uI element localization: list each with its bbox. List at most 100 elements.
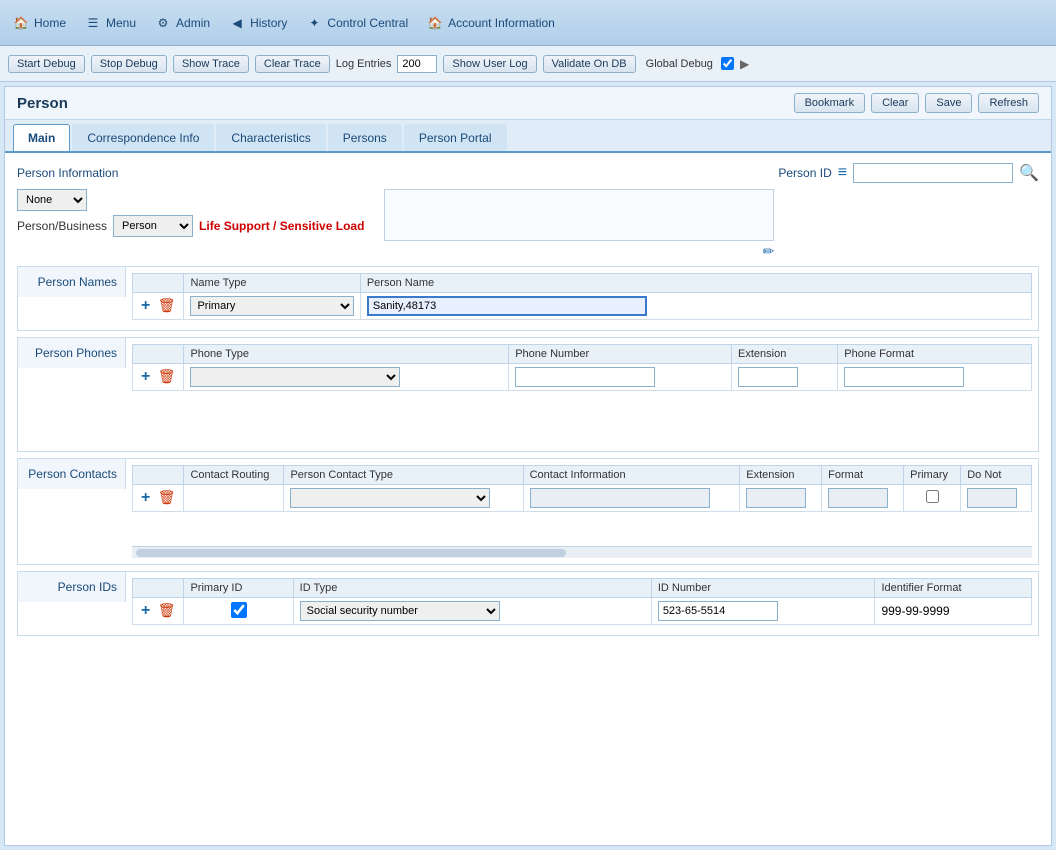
person-id-list-icon[interactable]: ≡: [838, 164, 847, 182]
person-contacts-label: Person Contacts: [18, 459, 126, 489]
debug-arrow: ▶: [740, 57, 749, 71]
person-names-person-name-input[interactable]: [367, 296, 647, 316]
main-content: Person Bookmark Clear Save Refresh Main …: [4, 86, 1052, 846]
header-actions: Bookmark Clear Save Refresh: [794, 93, 1039, 113]
nav-account-info-label: Account Information: [448, 16, 555, 30]
person-names-delete-button[interactable]: 🗑: [156, 297, 178, 314]
contacts-type-cell: [284, 485, 523, 512]
person-comment-area[interactable]: [384, 189, 774, 241]
contacts-do-not-input[interactable]: [967, 488, 1017, 508]
contacts-action-cell: + 🗑: [133, 485, 184, 512]
account-info-icon: 🏠: [426, 14, 444, 32]
contacts-routing-cell: [184, 485, 284, 512]
person-id-search-button[interactable]: 🔍: [1019, 163, 1039, 183]
start-debug-button[interactable]: Start Debug: [8, 55, 85, 73]
phones-extension-header: Extension: [732, 345, 838, 364]
page-wrapper: 🏠 Home ☰ Menu ⚙ Admin ◀ History ✦ Contro…: [0, 0, 1056, 846]
global-debug-checkbox[interactable]: [721, 57, 734, 70]
ids-add-button[interactable]: +: [139, 602, 152, 620]
ids-format-value: 999-99-9999: [881, 604, 949, 618]
contacts-delete-button[interactable]: 🗑: [156, 489, 178, 506]
person-names-actions-header: [133, 274, 184, 293]
person-names-section: Person Names Name Type Person Name: [17, 266, 1039, 331]
phones-type-select[interactable]: [190, 367, 400, 387]
person-id-label: Person ID: [778, 166, 831, 180]
contacts-primary-checkbox[interactable]: [926, 490, 939, 503]
nav-history[interactable]: ◀ History: [228, 14, 287, 32]
ids-action-cell: + 🗑: [133, 598, 184, 625]
person-names-table: Name Type Person Name + 🗑: [132, 273, 1032, 320]
phones-extension-input[interactable]: [738, 367, 798, 387]
show-user-log-button[interactable]: Show User Log: [443, 55, 536, 73]
person-phones-label: Person Phones: [18, 338, 126, 368]
tab-characteristics[interactable]: Characteristics: [216, 124, 325, 151]
contacts-type-select[interactable]: [290, 488, 490, 508]
contacts-empty-space: [132, 516, 1032, 546]
contacts-scrollbar-thumb: [136, 549, 566, 557]
edit-pencil-icon[interactable]: ✏: [763, 243, 775, 260]
tab-correspondence-info[interactable]: Correspondence Info: [72, 124, 214, 151]
contacts-add-button[interactable]: +: [139, 489, 152, 507]
nav-menu[interactable]: ☰ Menu: [84, 14, 136, 32]
ids-primary-header: Primary ID: [184, 579, 293, 598]
table-row: + 🗑: [133, 485, 1032, 512]
tab-main[interactable]: Main: [13, 124, 70, 151]
save-button[interactable]: Save: [925, 93, 972, 113]
person-names-name-type-select[interactable]: Primary: [190, 296, 353, 316]
phones-type-header: Phone Type: [184, 345, 509, 364]
none-select[interactable]: None: [17, 189, 87, 211]
contacts-info-cell: [523, 485, 740, 512]
tab-persons[interactable]: Persons: [328, 124, 402, 151]
contacts-primary-header: Primary: [904, 466, 961, 485]
stop-debug-button[interactable]: Stop Debug: [91, 55, 167, 73]
nav-admin-label: Admin: [176, 16, 210, 30]
debug-toolbar: Start Debug Stop Debug Show Trace Clear …: [0, 46, 1056, 82]
clear-button[interactable]: Clear: [871, 93, 919, 113]
page-header: Person Bookmark Clear Save Refresh: [5, 87, 1051, 120]
ids-type-header: ID Type: [293, 579, 651, 598]
log-entries-label: Log Entries: [336, 58, 392, 70]
person-contacts-scroll[interactable]: Contact Routing Person Contact Type Cont…: [132, 465, 1032, 516]
ids-number-cell: [651, 598, 875, 625]
person-phones-table: Phone Type Phone Number Extension Phone …: [132, 344, 1032, 391]
nav-history-label: History: [250, 16, 287, 30]
validate-on-db-button[interactable]: Validate On DB: [543, 55, 636, 73]
home-icon: 🏠: [12, 14, 30, 32]
nav-account-information[interactable]: 🏠 Account Information: [426, 14, 555, 32]
nav-home[interactable]: 🏠 Home: [12, 14, 66, 32]
person-business-select[interactable]: Person: [113, 215, 193, 237]
person-contacts-section: Person Contacts Contact Routing Person C…: [17, 458, 1039, 565]
bookmark-button[interactable]: Bookmark: [794, 93, 866, 113]
contacts-scrollbar[interactable]: [132, 546, 1032, 558]
contacts-extension-input[interactable]: [746, 488, 806, 508]
contacts-info-input[interactable]: [530, 488, 710, 508]
person-business-label: Person/Business: [17, 219, 107, 233]
nav-home-label: Home: [34, 16, 66, 30]
person-ids-table: Primary ID ID Type ID Number Identifier …: [132, 578, 1032, 625]
person-names-label: Person Names: [18, 267, 126, 297]
refresh-button[interactable]: Refresh: [978, 93, 1039, 113]
ids-primary-checkbox[interactable]: [231, 602, 247, 618]
log-entries-input[interactable]: [397, 55, 437, 73]
phones-format-input[interactable]: [844, 367, 964, 387]
nav-control-central[interactable]: ✦ Control Central: [305, 14, 408, 32]
clear-trace-button[interactable]: Clear Trace: [255, 55, 330, 73]
ids-number-header: ID Number: [651, 579, 875, 598]
phones-delete-button[interactable]: 🗑: [156, 368, 178, 385]
contacts-format-cell: [822, 485, 904, 512]
show-trace-button[interactable]: Show Trace: [173, 55, 249, 73]
tab-person-portal[interactable]: Person Portal: [404, 124, 507, 151]
person-names-add-button[interactable]: +: [139, 297, 152, 315]
ids-type-select[interactable]: Social security number: [300, 601, 500, 621]
page-title: Person: [17, 95, 68, 112]
person-names-person-name-cell: [360, 293, 1031, 320]
phones-add-button[interactable]: +: [139, 368, 152, 386]
nav-admin[interactable]: ⚙ Admin: [154, 14, 210, 32]
phones-number-input[interactable]: [515, 367, 655, 387]
ids-number-input[interactable]: [658, 601, 778, 621]
ids-delete-button[interactable]: 🗑: [156, 602, 178, 619]
contacts-format-input[interactable]: [828, 488, 888, 508]
person-id-field[interactable]: [853, 163, 1013, 183]
admin-icon: ⚙: [154, 14, 172, 32]
nav-menu-label: Menu: [106, 16, 136, 30]
